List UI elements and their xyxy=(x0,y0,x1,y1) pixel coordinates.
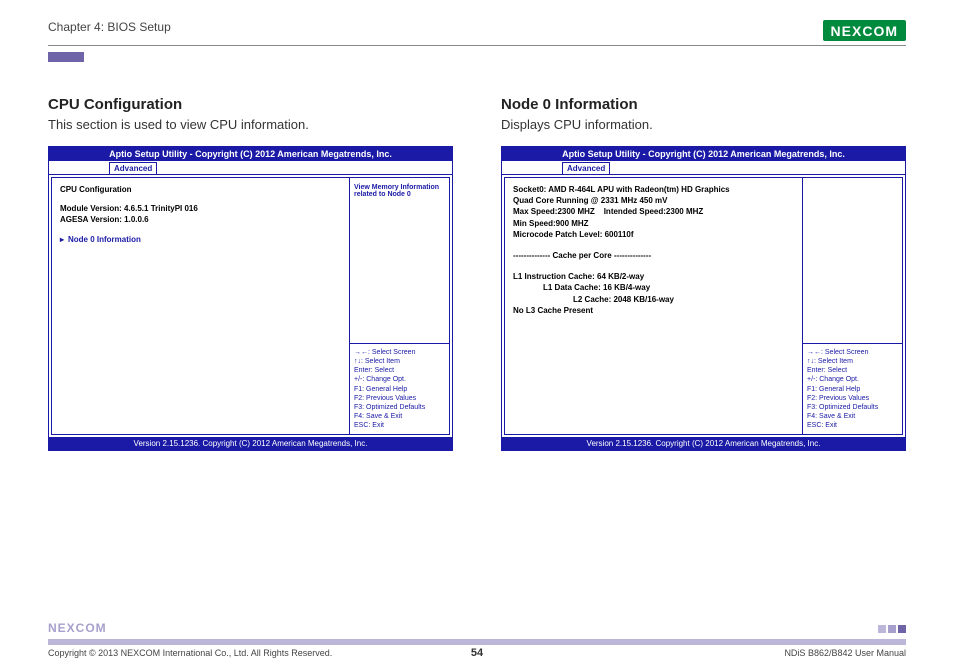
bios-line: Module Version: 4.6.5.1 TrinityPI 016 xyxy=(60,203,341,214)
bios-footer: Version 2.15.1236. Copyright (C) 2012 Am… xyxy=(49,437,452,450)
bios-footer: Version 2.15.1236. Copyright (C) 2012 Am… xyxy=(502,437,905,450)
bios-line: Max Speed:2300 MHZ Intended Speed:2300 M… xyxy=(513,206,794,217)
bios-line: L1 Instruction Cache: 64 KB/2-way xyxy=(513,271,794,282)
bios-line: AGESA Version: 1.0.0.6 xyxy=(60,214,341,225)
bios-line: Min Speed:900 MHZ xyxy=(513,218,794,229)
bios-main-left: CPU Configuration Module Version: 4.6.5.… xyxy=(52,178,349,434)
section-title-right: Node 0 Information xyxy=(501,96,906,113)
bios-main-right: Socket0: AMD R-464L APU with Radeon(tm) … xyxy=(505,178,802,434)
bios-help-keys: →←: Select Screen ↑↓: Select Item Enter:… xyxy=(350,343,449,434)
bios-tab-advanced: Advanced xyxy=(562,162,610,174)
section-desc-left: This section is used to view CPU informa… xyxy=(48,117,453,132)
bios-help-context xyxy=(803,178,902,343)
bios-line: -------------- Cache per Core ----------… xyxy=(513,250,794,261)
bios-line: Quad Core Running @ 2331 MHz 450 mV xyxy=(513,195,794,206)
bios-line: Microcode Patch Level: 600110f xyxy=(513,229,794,240)
left-column: CPU Configuration This section is used t… xyxy=(48,96,453,451)
bios-line: L1 Data Cache: 16 KB/4-way xyxy=(513,282,794,293)
brand-logo: NEXCOM xyxy=(823,20,906,41)
bios-screenshot-left: Aptio Setup Utility - Copyright (C) 2012… xyxy=(48,146,453,451)
footer-manual-name: NDiS B862/B842 User Manual xyxy=(784,648,906,658)
bios-help-keys: →←: Select Screen ↑↓: Select Item Enter:… xyxy=(803,343,902,434)
right-column: Node 0 Information Displays CPU informat… xyxy=(501,96,906,451)
bios-tabrow: Advanced xyxy=(502,161,905,175)
bios-titlebar: Aptio Setup Utility - Copyright (C) 2012… xyxy=(49,147,452,161)
footer-dots-icon xyxy=(878,625,906,633)
bios-line: L2 Cache: 2048 KB/16-way xyxy=(513,294,794,305)
bios-line: No L3 Cache Present xyxy=(513,305,794,316)
bios-titlebar: Aptio Setup Utility - Copyright (C) 2012… xyxy=(502,147,905,161)
bios-line: Socket0: AMD R-464L APU with Radeon(tm) … xyxy=(513,184,794,195)
accent-chip xyxy=(48,52,84,62)
bios-tab-advanced: Advanced xyxy=(109,162,157,174)
chapter-label: Chapter 4: BIOS Setup xyxy=(48,20,171,34)
section-title-left: CPU Configuration xyxy=(48,96,453,113)
section-desc-right: Displays CPU information. xyxy=(501,117,906,132)
page-footer: NEXCOM Copyright © 2013 NEXCOM Internati… xyxy=(48,639,906,658)
page-header: Chapter 4: BIOS Setup NEXCOM xyxy=(48,20,906,46)
footer-copyright: Copyright © 2013 NEXCOM International Co… xyxy=(48,648,332,658)
bios-help-context: View Memory Information related to Node … xyxy=(350,178,449,343)
bios-tabrow: Advanced xyxy=(49,161,452,175)
bios-line: CPU Configuration xyxy=(60,184,341,195)
bios-selected-item: ▸Node 0 Information xyxy=(60,234,341,245)
bios-screenshot-right: Aptio Setup Utility - Copyright (C) 2012… xyxy=(501,146,906,451)
footer-logo: NEXCOM xyxy=(48,621,107,635)
page-number: 54 xyxy=(471,647,483,659)
